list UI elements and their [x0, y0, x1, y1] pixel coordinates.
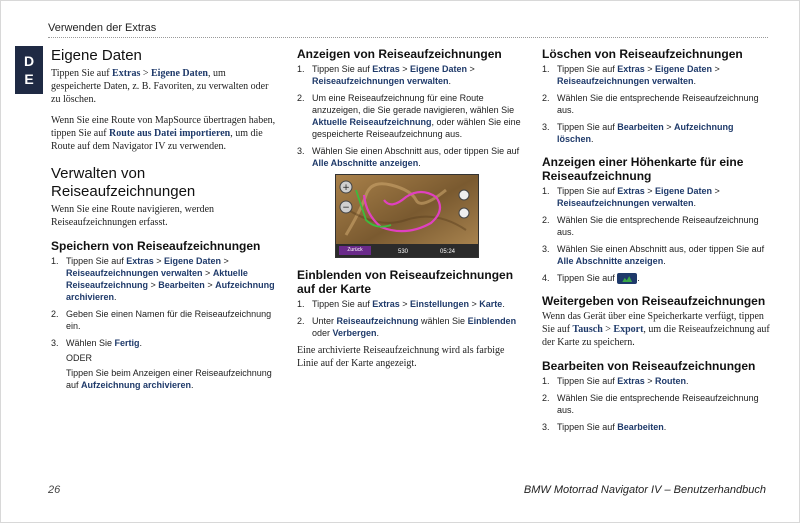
step-loeschen-3: 3. Tippen Sie auf Bearbeiten > Aufzeichnu… — [542, 122, 734, 144]
language-tab: D E — [15, 46, 43, 94]
heading-loeschen: Löschen von Reiseaufzeichnungen — [542, 47, 743, 61]
steps-anzeigen: 1. Tippen Sie auf Extras > Eigene Daten >… — [297, 63, 522, 169]
map-time-value: 05:24 — [440, 249, 456, 255]
heading-weitergeben: Weitergeben von Reiseaufzeichnungen — [542, 294, 766, 309]
heading-speichern: Speichern von Reiseaufzeichnungen — [51, 239, 261, 253]
heading-verwalten: Verwalten von Reiseaufzeichnungen — [51, 165, 196, 200]
steps-hoehenkarte: 1. Tippen Sie auf Extras > Eigene Daten >… — [542, 185, 770, 285]
step-speichern-oder: ODER — [66, 353, 93, 363]
step-loeschen-2: 2. Wählen Sie die entsprechende Reiseaufz… — [542, 93, 759, 115]
step-anzeigen-2: 2. Um eine Reiseaufzeichnung für eine Rou… — [297, 93, 521, 139]
step-speichern-2: 2. Geben Sie einen Namen für die Reiseauf… — [51, 309, 272, 331]
elevation-chart-icon — [617, 273, 638, 285]
heading-bearbeiten: Bearbeiten von Reiseaufzeichnungen — [542, 359, 756, 374]
map-back-button[interactable]: Zurück — [339, 246, 371, 255]
column-left: Eigene Daten Tippen Sie auf Extras > Eig… — [51, 47, 276, 396]
track-map-screenshot: + − Zurück 530 05:24 — [335, 174, 479, 258]
step-speichern-alt: Tippen Sie beim Anzeigen einer Reiseaufz… — [66, 368, 272, 390]
language-tab-line2: E — [24, 71, 34, 87]
step-bearbeiten-2: 2. Wählen Sie die entsprechende Reiseaufz… — [542, 393, 759, 416]
step-speichern-1: 1. Tippen Sie auf Extras > Eigene Daten >… — [51, 256, 275, 302]
heading-eigene-daten: Eigene Daten — [51, 47, 142, 64]
column-middle: Anzeigen von Reiseaufzeichnungen 1. Tippe… — [297, 47, 522, 370]
paragraph-mapsource: Wenn Sie eine Route von MapSource übertr… — [51, 115, 276, 152]
heading-hoehenkarte: Anzeigen einer Höhenkarte für eine Reise… — [542, 155, 744, 183]
step-anzeigen-3: 3. Wählen Sie einen Abschnitt aus, oder t… — [297, 146, 520, 168]
step-hoehenkarte-1: 1. Tippen Sie auf Extras > Eigene Daten >… — [542, 186, 720, 208]
heading-anzeigen: Anzeigen von Reiseaufzeichnungen — [297, 47, 502, 61]
step-einblenden-1: 1. Tippen Sie auf Extras > Einstellungen … — [297, 299, 505, 309]
steps-loeschen: 1. Tippen Sie auf Extras > Eigene Daten >… — [542, 63, 770, 145]
page-number: 26 — [48, 484, 61, 496]
column-right: Löschen von Reiseaufzeichnungen 1. Tippen… — [542, 47, 770, 438]
step-hoehenkarte-3: 3. Wählen Sie einen Abschnitt aus, oder t… — [542, 244, 765, 266]
paragraph-weitergeben: Wenn das Gerät über eine Speicherkarte v… — [542, 311, 770, 349]
steps-speichern: 1. Tippen Sie auf Extras > Eigene Daten >… — [51, 255, 276, 391]
steps-bearbeiten: 1. Tippen Sie auf Extras > Routen. 2. Wähl… — [542, 375, 770, 433]
manual-page: Verwenden der Extras D E Eigene Daten Ti… — [0, 0, 800, 523]
running-header: Verwenden der Extras — [48, 22, 157, 34]
step-loeschen-1: 1. Tippen Sie auf Extras > Eigene Daten >… — [542, 64, 720, 86]
step-speichern-3: 3. Wählen Sie Fertig. ODER Tippen Sie bei… — [51, 337, 276, 391]
step-hoehenkarte-2: 2. Wählen Sie die entsprechende Reiseaufz… — [542, 215, 759, 237]
svg-text:+: + — [342, 183, 350, 193]
step-bearbeiten-3: 3. Tippen Sie auf Bearbeiten. — [542, 422, 667, 433]
step-anzeigen-1: 1. Tippen Sie auf Extras > Eigene Daten >… — [297, 64, 475, 86]
paragraph-verwalten: Wenn Sie eine Route navigieren, werden R… — [51, 204, 215, 228]
map-distance-value: 530 — [398, 249, 409, 255]
heading-einblenden: Einblenden von Reiseaufzeichnungen auf d… — [297, 268, 514, 296]
manual-title: BMW Motorrad Navigator IV – Benutzerhand… — [523, 484, 766, 496]
header-divider — [48, 37, 768, 38]
step-bearbeiten-1: 1. Tippen Sie auf Extras > Routen. — [542, 376, 689, 387]
step-hoehenkarte-4: 4. Tippen Sie auf . — [542, 273, 640, 285]
language-tab-line1: D — [23, 53, 35, 69]
paragraph-eigene-daten: Tippen Sie auf Extras > Eigene Daten, um… — [51, 68, 269, 105]
step-einblenden-2: 2. Unter Reiseaufzeichnung wählen Sie Ein… — [297, 316, 517, 338]
svg-text:−: − — [342, 203, 350, 213]
steps-einblenden: 1. Tippen Sie auf Extras > Einstellungen … — [297, 298, 522, 339]
paragraph-archiviert: Eine archivierte Reiseaufzeichnung wird … — [297, 345, 505, 369]
